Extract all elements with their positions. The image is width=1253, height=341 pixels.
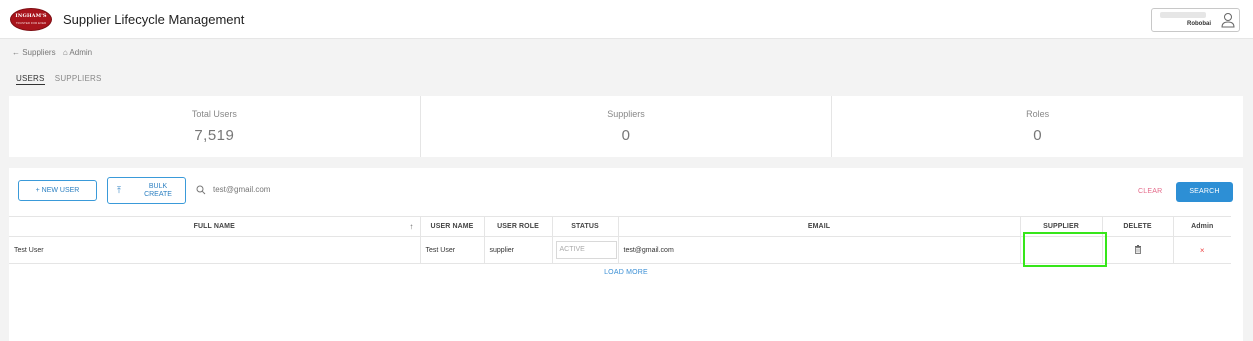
search-input[interactable] (213, 185, 413, 194)
cell-full-name: Test User (9, 236, 421, 264)
cell-delete (1102, 236, 1174, 264)
logo-text: INGHAM'S (15, 13, 47, 19)
user-name: Robobai (1187, 21, 1211, 27)
cell-admin: × (1173, 236, 1231, 264)
admin-close-icon[interactable]: × (1200, 246, 1205, 255)
top-bar: INGHAM'S TRUSTED FOR EVER Supplier Lifec… (0, 0, 1253, 39)
bulk-line-2: CREATE (144, 191, 172, 198)
cell-email: test@gmail.com (618, 236, 1021, 264)
col-user-role[interactable]: USER ROLE (484, 216, 553, 237)
stat-value: 0 (1033, 127, 1043, 144)
cell-user-name: Test User (420, 236, 485, 264)
users-panel: + NEW USER ⤒ BULK CREATE CLEAR SEARCH FU… (9, 168, 1243, 341)
col-admin: Admin (1173, 216, 1231, 237)
trash-icon[interactable] (1134, 244, 1142, 254)
bulk-create-button[interactable]: ⤒ BULK CREATE (107, 177, 186, 204)
breadcrumb-suppliers[interactable]: ← Suppliers (12, 48, 56, 57)
stat-suppliers: Suppliers 0 (421, 96, 833, 157)
user-menu-button[interactable]: Robobai (1151, 8, 1240, 32)
stat-value: 7,519 (194, 127, 235, 144)
search-button[interactable]: SEARCH (1176, 182, 1233, 202)
load-more-button[interactable]: LOAD MORE (9, 269, 1243, 276)
stat-value: 0 (621, 127, 631, 144)
sort-up-icon[interactable]: ↑ (409, 222, 413, 231)
cell-status: ACTIVE (552, 236, 619, 264)
stats-panel: Total Users 7,519 Suppliers 0 Roles 0 (9, 96, 1243, 157)
tabs: USERS SUPPLIERS (16, 74, 110, 85)
col-email[interactable]: EMAIL (618, 216, 1021, 237)
users-table: FULL NAME ↑ USER NAME USER ROLE STATUS EM… (9, 216, 1231, 267)
user-name-blur (1160, 12, 1206, 18)
stat-label: Roles (1026, 109, 1050, 119)
bulk-create-label: BULK CREATE (138, 183, 178, 199)
tab-suppliers[interactable]: SUPPLIERS (55, 74, 102, 84)
stat-roles: Roles 0 (832, 96, 1243, 157)
tab-users[interactable]: USERS (16, 74, 45, 85)
cell-supplier[interactable] (1020, 232, 1107, 267)
clear-button[interactable]: CLEAR (1138, 188, 1162, 195)
stat-label: Total Users (191, 109, 237, 119)
breadcrumb-admin[interactable]: ⌂ Admin (63, 48, 92, 57)
new-user-button[interactable]: + NEW USER (18, 180, 97, 201)
bulk-line-1: BULK (148, 183, 168, 190)
logo: INGHAM'S TRUSTED FOR EVER (10, 8, 52, 31)
col-label: FULL NAME (193, 223, 235, 230)
breadcrumb: ← Suppliers ⌂ Admin (12, 48, 97, 57)
stat-total-users: Total Users 7,519 (9, 96, 421, 157)
upload-icon: ⤒ (117, 185, 121, 195)
col-delete: DELETE (1102, 216, 1174, 237)
col-status[interactable]: STATUS (552, 216, 619, 237)
stat-label: Suppliers (607, 109, 645, 119)
app-title: Supplier Lifecycle Management (63, 12, 245, 27)
supplier-highlight[interactable] (1022, 232, 1107, 267)
user-icon (1221, 13, 1235, 28)
cell-user-role: supplier (484, 236, 553, 264)
table-row[interactable]: Test User Test User supplier ACTIVE test… (9, 232, 1231, 267)
search-icon (196, 185, 206, 195)
col-full-name[interactable]: FULL NAME ↑ (9, 216, 421, 237)
logo-subtext: TRUSTED FOR EVER (15, 21, 47, 25)
status-select[interactable]: ACTIVE (555, 241, 617, 259)
col-user-name[interactable]: USER NAME (420, 216, 485, 237)
